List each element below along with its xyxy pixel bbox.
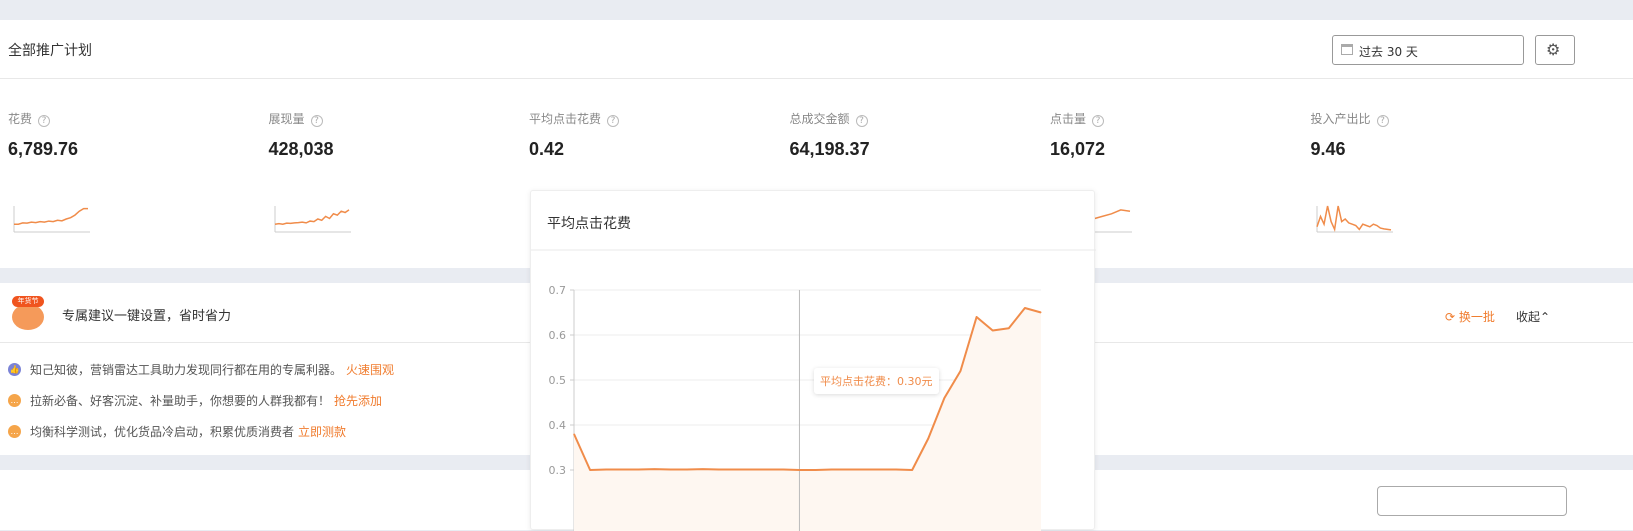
calendar-icon	[1341, 44, 1353, 55]
data-point	[686, 469, 688, 471]
metric-2[interactable]: 平均点击花费? 0.42	[529, 110, 779, 160]
collapse-button[interactable]: 收起⌃	[1516, 308, 1550, 325]
data-point	[927, 438, 929, 439]
data-point	[718, 469, 720, 471]
mascot-icon: 年货节	[10, 296, 46, 332]
metric-1[interactable]: 展现量? 428,038	[268, 110, 519, 233]
data-point	[1024, 307, 1026, 309]
suggestion-text: 均衡科学测试，优化货品冷启动，积累优质消费者	[30, 425, 295, 439]
data-point	[847, 469, 849, 471]
suggestion-link[interactable]: 立即测款	[298, 423, 346, 440]
suggestion-link[interactable]: 火速围观	[346, 361, 394, 378]
message-icon: …	[8, 394, 21, 407]
data-point	[895, 469, 897, 471]
help-icon[interactable]: ?	[310, 115, 323, 127]
metric-3[interactable]: 总成交金额? 64,198.37	[790, 110, 1040, 160]
data-point	[750, 469, 752, 471]
help-icon[interactable]: ?	[855, 115, 868, 127]
data-point	[863, 469, 865, 471]
suggestion-title: 专属建议一键设置，省时省力	[62, 309, 232, 324]
sparkline	[13, 206, 90, 233]
settings-button[interactable]: ⚙	[1535, 35, 1575, 65]
metric-4[interactable]: 点击量? 16,072	[1050, 110, 1300, 233]
date-range-picker[interactable]: 过去 30 天	[1332, 35, 1524, 65]
suggestion-item: 👍 知己知彼，营销雷达工具助力发现同行都在用的专属利器。 火速围观	[8, 361, 394, 378]
metric-value: 6,789.76	[8, 139, 79, 159]
help-icon[interactable]: ?	[1376, 115, 1389, 127]
data-point	[637, 469, 639, 471]
metric-label: 投入产出比	[1310, 112, 1371, 126]
data-point	[959, 370, 961, 372]
data-point	[702, 468, 704, 470]
metric-label: 平均点击花费	[529, 112, 602, 126]
sparkline-line	[14, 207, 88, 225]
thumbs-up-icon: 👍	[8, 363, 21, 376]
line-chart: 0.7 0.6 0.5 0.4 0.3	[531, 249, 1096, 531]
message-icon: …	[8, 425, 21, 438]
collapse-label: 收起	[1516, 310, 1541, 324]
sparkline	[1315, 205, 1393, 233]
y-tick-label: 0.4	[549, 419, 567, 432]
suggestion-link[interactable]: 抢先添加	[334, 392, 382, 409]
chart-tooltip: 平均点击花费：0.30元	[814, 368, 939, 394]
metric-chart-popup: 平均点击花费 0.7 0.6 0.5 0.4 0.3 平均点击花费：0.30元	[530, 190, 1096, 531]
suggestion-item: … 拉新必备、好客沉淀、补量助手，你想要的人群我都有！ 抢先添加	[8, 392, 382, 409]
data-point	[879, 469, 881, 471]
metric-value: 428,038	[268, 139, 334, 159]
data-point	[815, 469, 817, 471]
data-point	[798, 469, 800, 471]
suggestion-item: … 均衡科学测试，优化货品冷启动，积累优质消费者 立即测款	[8, 423, 346, 440]
y-tick-label: 0.5	[549, 374, 567, 387]
data-point	[782, 469, 784, 471]
data-point	[734, 469, 736, 471]
data-point	[589, 469, 591, 471]
metric-label: 花费	[8, 112, 33, 126]
metric-value: 16,072	[1050, 139, 1106, 159]
y-tick-label: 0.7	[549, 284, 567, 297]
data-point	[654, 468, 656, 470]
data-point	[943, 397, 945, 399]
data-point	[1008, 327, 1010, 329]
data-point	[976, 316, 978, 318]
search-input[interactable]	[1377, 486, 1567, 516]
metric-label: 点击量	[1050, 112, 1087, 126]
refresh-label: 换一批	[1458, 310, 1495, 324]
data-point	[992, 330, 994, 331]
data-point	[911, 469, 913, 471]
metric-label: 展现量	[268, 112, 305, 126]
metric-value: 9.46	[1310, 139, 1346, 159]
data-point	[1040, 312, 1042, 313]
sparkline-line	[1315, 205, 1391, 233]
data-point	[766, 469, 768, 471]
data-point	[670, 469, 672, 471]
refresh-icon: ⟳	[1445, 310, 1456, 324]
page-title: 全部推广计划	[8, 43, 92, 59]
divider	[0, 78, 1633, 79]
metric-0[interactable]: 花费? 6,789.76	[8, 110, 258, 233]
sparkline	[274, 206, 351, 233]
help-icon[interactable]: ?	[38, 115, 51, 127]
sparkline-line	[274, 209, 349, 225]
help-icon[interactable]: ?	[607, 115, 620, 127]
data-point	[831, 469, 833, 471]
date-range-value: 过去 30 天	[1359, 45, 1418, 59]
gear-icon: ⚙	[1546, 40, 1561, 59]
suggestion-text: 知己知彼，营销雷达工具助力发现同行都在用的专属利器。	[30, 363, 343, 377]
metric-label: 总成交金额	[789, 112, 850, 126]
data-point	[621, 469, 623, 471]
metric-value: 0.42	[529, 139, 565, 159]
refresh-batch-button[interactable]: ⟳ 换一批	[1445, 308, 1495, 325]
y-tick-label: 0.3	[549, 464, 567, 477]
chevron-up-icon: ⌃	[1540, 310, 1551, 324]
metric-5[interactable]: 投入产出比? 9.46	[1310, 110, 1561, 233]
suggestion-text: 拉新必备、好客沉淀、补量助手，你想要的人群我都有！	[30, 394, 331, 408]
help-icon[interactable]: ?	[1092, 115, 1105, 127]
y-tick-label: 0.6	[549, 329, 567, 342]
data-point	[573, 433, 575, 435]
data-point	[605, 469, 607, 471]
metric-value: 64,198.37	[789, 139, 870, 159]
area-fill	[574, 308, 1041, 531]
